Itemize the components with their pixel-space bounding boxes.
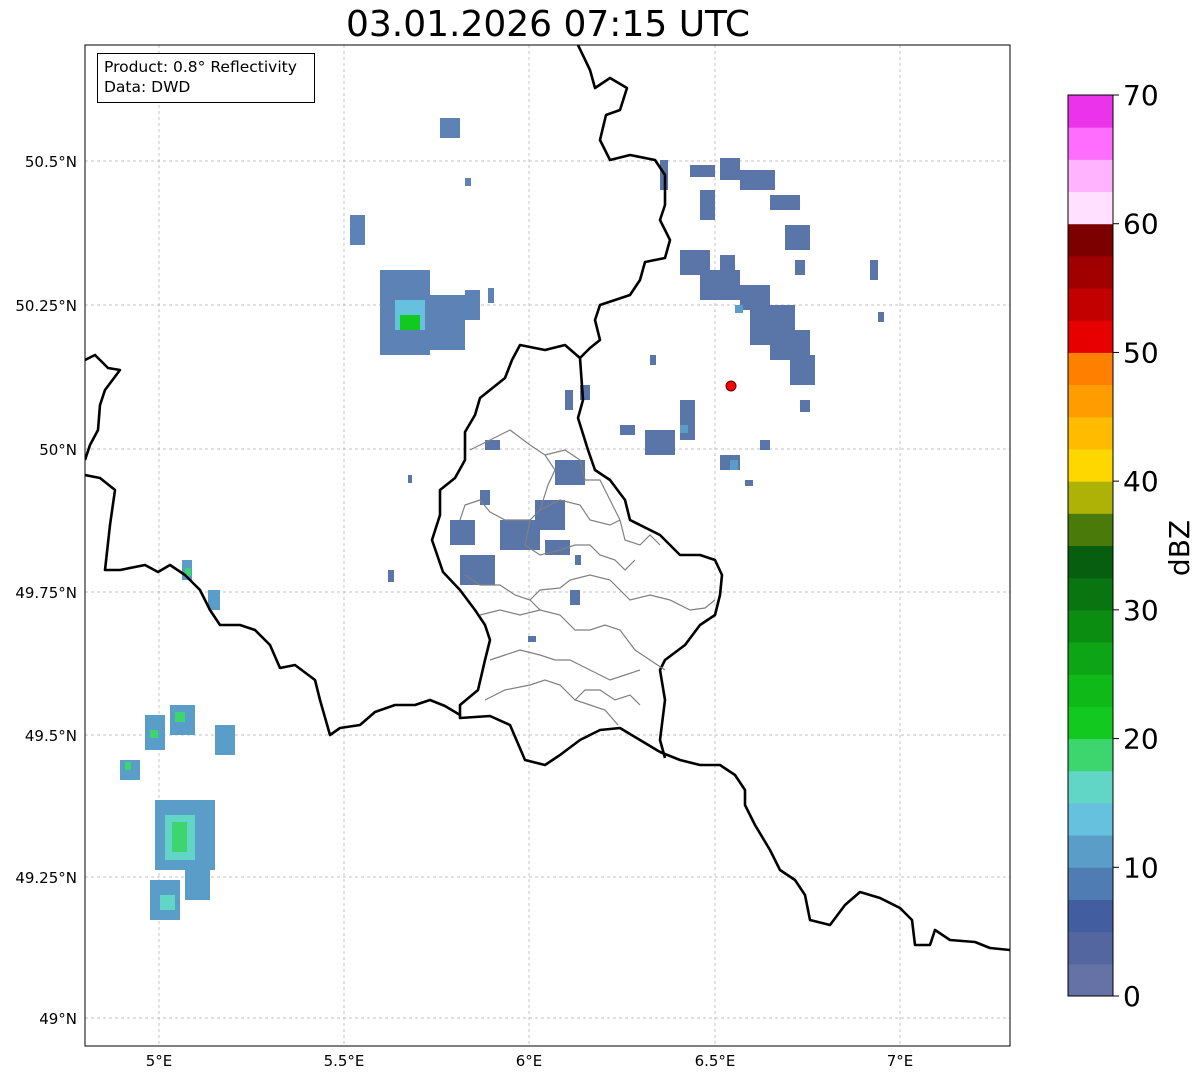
colorbar-tick-label: 50 [1123,336,1159,369]
colorbar-tick-label: 20 [1123,723,1159,756]
colorbar [1068,95,1113,997]
colorbar-segment [1068,352,1113,386]
colorbar-segment [1068,706,1113,740]
colorbar-segment [1068,481,1113,514]
product-label: Product: 0.8° Reflectivity [104,58,297,76]
colorbar-tick-label: 60 [1123,208,1159,241]
colorbar-segment [1068,513,1113,546]
x-tick-label: 5°E [146,1052,173,1070]
colorbar-segment [1068,609,1113,643]
colorbar-label: dBZ [1163,520,1196,576]
border-france-belgium [85,353,122,461]
border-belgium-luxembourg-germany [576,45,724,759]
data-source-label: Data: DWD [104,78,191,96]
colorbar-segment [1068,867,1113,900]
echo-cluster-southwest [120,560,235,920]
colorbar-segment [1068,288,1113,321]
colorbar-ticks: 0 10 20 30 40 50 60 70 [1113,79,1159,1013]
colorbar-segment [1068,642,1113,675]
y-tick-label: 49°N [39,1010,77,1028]
echo-cluster-eifel [565,158,884,486]
y-tick-label: 49.75°N [15,584,77,602]
colorbar-segment [1068,127,1113,160]
colorbar-tick-label: 30 [1123,594,1159,627]
radar-map: 50.5°N 50.25°N 50°N 49.75°N 49.5°N 49.25… [15,44,1196,1070]
x-tick-label: 7°E [887,1052,914,1070]
border-france-belgium-south [85,473,461,737]
x-tick-label: 6.5°E [695,1052,736,1070]
y-tick-label: 50°N [39,441,77,459]
colorbar-segment [1068,223,1113,257]
y-tick-label: 50.25°N [15,297,77,315]
district-boundaries [459,429,716,726]
colorbar-segment [1068,384,1113,418]
colorbar-segment [1068,770,1113,804]
colorbar-tick-label: 0 [1123,980,1141,1013]
colorbar-segment [1068,320,1113,353]
colorbar-segment [1068,931,1113,965]
colorbar-segment [1068,159,1113,193]
colorbar-segment [1068,963,1113,997]
colorbar-segment [1068,545,1113,579]
colorbar-segment [1068,577,1113,611]
echo-cluster-ardennes-peak [400,315,420,330]
x-tick-label: 5.5°E [324,1052,365,1070]
colorbar-segment [1068,738,1113,772]
national-borders [85,45,1010,952]
colorbar-segment [1068,674,1113,707]
x-tick-labels: 5°E 5.5°E 6°E 6.5°E 7°E [146,1052,914,1070]
colorbar-tick-label: 40 [1123,465,1159,498]
colorbar-segment [1068,899,1113,933]
colorbar-segment [1068,835,1113,868]
y-tick-label: 50.5°N [25,153,77,171]
colorbar-tick-label: 10 [1123,851,1159,884]
colorbar-segment [1068,448,1113,482]
colorbar-segment [1068,191,1113,225]
colorbar-segment [1068,255,1113,289]
colorbar-tick-label: 70 [1123,79,1159,112]
colorbar-segment [1068,802,1113,836]
x-tick-label: 6°E [516,1052,543,1070]
y-tick-labels: 50.5°N 50.25°N 50°N 49.75°N 49.5°N 49.25… [15,153,77,1028]
colorbar-segment [1068,95,1113,128]
border-france-germany [659,750,1010,952]
radar-site-marker [725,380,737,392]
colorbar-segment [1068,416,1113,450]
y-tick-label: 49.5°N [25,727,77,745]
info-box: Product: 0.8° Reflectivity Data: DWD [97,53,315,103]
y-tick-label: 49.25°N [15,869,77,887]
